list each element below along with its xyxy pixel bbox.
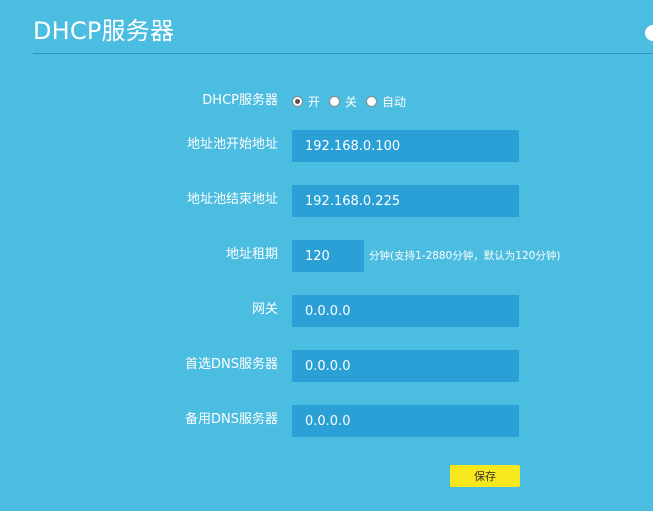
- primary-dns-input[interactable]: [292, 350, 519, 382]
- lease-time-hint: 分钟(支持1-2880分钟，默认为120分钟): [369, 250, 561, 262]
- dhcp-mode-radio-group: 开 关 自动: [292, 92, 415, 110]
- corner-indicator-dot: [645, 25, 653, 41]
- pool-end-label: 地址池结束地址: [186, 192, 278, 207]
- dhcp-server-label: DHCP服务器: [202, 93, 278, 108]
- gateway-input[interactable]: [292, 295, 519, 327]
- lease-time-input[interactable]: [292, 240, 364, 272]
- radio-on[interactable]: 开: [292, 93, 320, 110]
- secondary-dns-label: 备用DNS服务器: [185, 412, 278, 427]
- radio-off-label: 关: [345, 94, 358, 109]
- lease-time-label: 地址租期: [225, 247, 278, 262]
- title-divider: [33, 53, 653, 54]
- radio-off[interactable]: 关: [329, 93, 357, 110]
- radio-auto-indicator[interactable]: [366, 95, 378, 107]
- pool-end-input[interactable]: [292, 185, 519, 217]
- radio-auto[interactable]: 自动: [366, 93, 406, 110]
- radio-on-label: 开: [308, 94, 321, 109]
- pool-start-input[interactable]: [292, 130, 519, 162]
- pool-start-label: 地址池开始地址: [186, 137, 278, 152]
- primary-dns-label: 首选DNS服务器: [185, 357, 278, 372]
- radio-auto-label: 自动: [382, 94, 407, 109]
- radio-on-indicator[interactable]: [292, 95, 303, 107]
- radio-off-indicator[interactable]: [329, 95, 341, 107]
- secondary-dns-input[interactable]: [292, 405, 519, 437]
- save-button[interactable]: 保存: [450, 465, 520, 487]
- gateway-label: 网关: [251, 302, 278, 317]
- page-title: DHCP服务器: [33, 17, 175, 45]
